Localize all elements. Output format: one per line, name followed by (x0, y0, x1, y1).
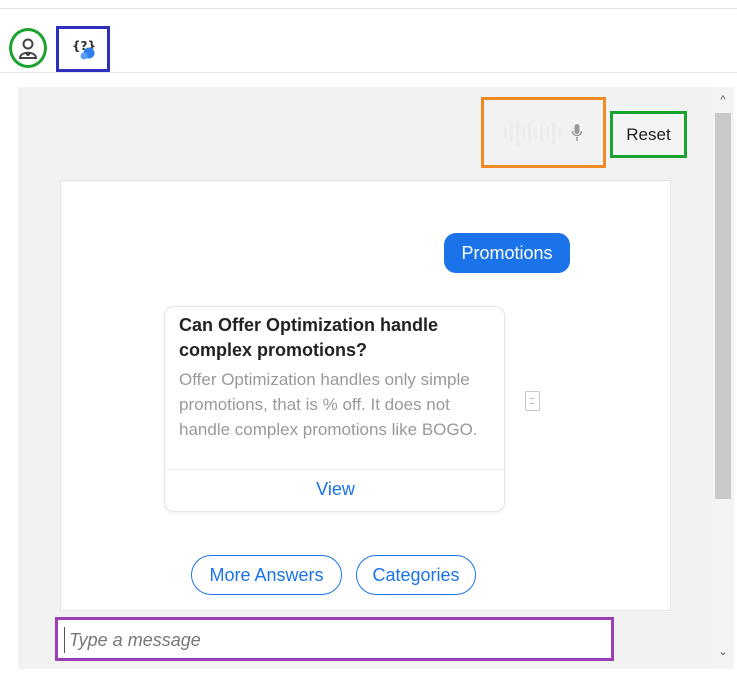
message-composer (55, 617, 614, 661)
user-message-bubble: Promotions (444, 233, 570, 273)
copy-icon[interactable] (525, 391, 540, 411)
assistant-avatar-icon (18, 38, 38, 59)
categories-button[interactable]: Categories (356, 555, 476, 595)
scrollbar[interactable]: ^ ⌄ (712, 87, 734, 669)
voice-input-control[interactable] (481, 97, 606, 168)
more-answers-button[interactable]: More Answers (191, 555, 342, 595)
help-question-icon: {?} (72, 39, 96, 60)
microphone-icon[interactable] (571, 123, 583, 143)
toolbar-divider (0, 72, 737, 73)
audio-wave-icon (504, 119, 561, 146)
view-link[interactable]: View (165, 479, 504, 500)
reset-button[interactable]: Reset (610, 111, 687, 158)
help-button[interactable]: {?} (56, 26, 110, 72)
answer-body: Offer Optimization handles only simple p… (179, 370, 478, 439)
reset-label: Reset (626, 124, 671, 144)
answer-divider (165, 469, 504, 470)
scroll-up-icon[interactable]: ^ (712, 93, 734, 107)
chat-widget-screen: {?} ^ ⌄ Reset Promotions Can Offer Optim… (0, 0, 737, 676)
scroll-thumb[interactable] (715, 113, 731, 499)
message-input[interactable] (64, 627, 604, 653)
top-divider (0, 8, 737, 9)
answer-title: Can Offer Optimization handle complex pr… (179, 315, 439, 360)
scroll-down-icon[interactable]: ⌄ (712, 645, 734, 659)
answer-card: Can Offer Optimization handle complex pr… (164, 306, 505, 512)
assistant-button[interactable] (9, 28, 47, 68)
